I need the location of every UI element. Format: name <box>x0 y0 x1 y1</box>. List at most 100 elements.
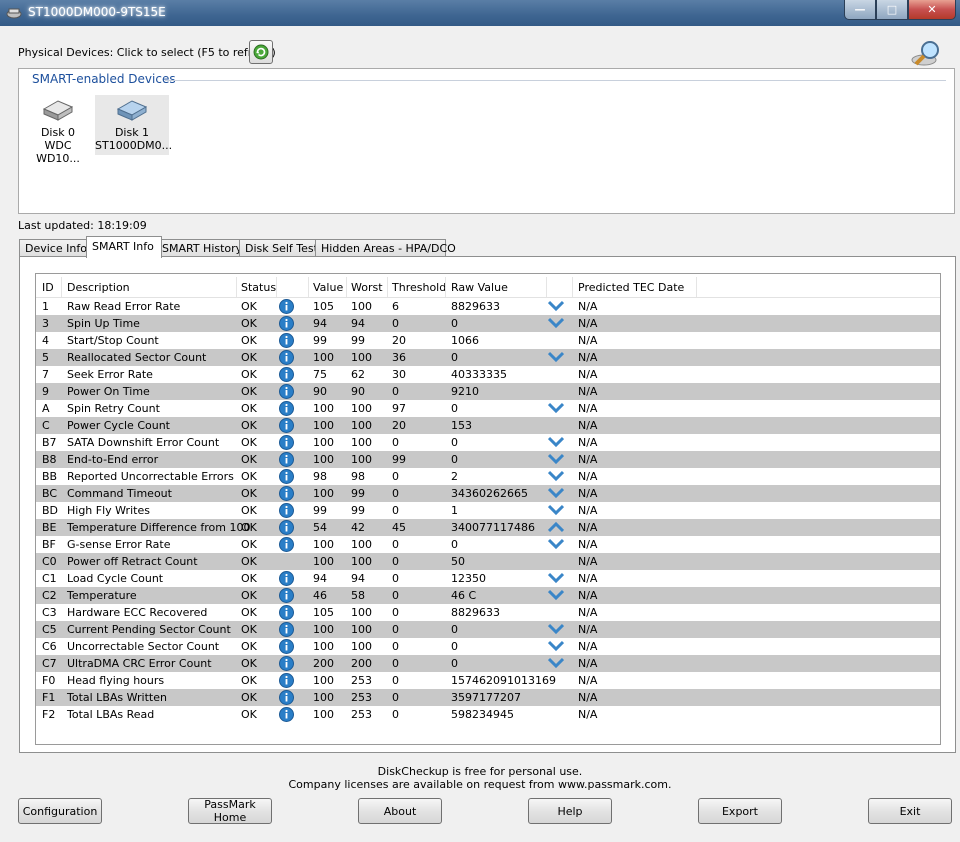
table-row[interactable]: C Power Cycle Count OK 100 100 20 153 N/A <box>36 417 940 434</box>
chevron-down-icon <box>548 589 564 601</box>
info-icon[interactable] <box>279 520 294 535</box>
cell-threshold: 97 <box>392 402 406 415</box>
cell-value: 100 <box>313 691 334 704</box>
info-icon[interactable] <box>279 622 294 637</box>
table-row[interactable]: 7 Seek Error Rate OK 75 62 30 40333335 N/A <box>36 366 940 383</box>
cell-worst: 253 <box>351 674 372 687</box>
info-icon[interactable] <box>279 418 294 433</box>
info-icon[interactable] <box>279 707 294 722</box>
table-row[interactable]: 5 Reallocated Sector Count OK 100 100 36 0 N/A <box>36 349 940 366</box>
cell-value: 105 <box>313 606 334 619</box>
table-row[interactable]: F0 Head flying hours OK 100 253 0 157462091013… <box>36 672 940 689</box>
refresh-button[interactable] <box>249 40 273 64</box>
cell-value: 100 <box>313 487 334 500</box>
table-row[interactable]: C0 Power off Retract Count OK 100 100 0 50 N/A <box>36 553 940 570</box>
info-icon[interactable] <box>279 452 294 467</box>
table-row[interactable]: 1 Raw Read Error Rate OK 105 100 6 8829633 N/A <box>36 298 940 315</box>
title-bar[interactable]: ST1000DM000-9TS15E — □ ✕ <box>0 0 960 26</box>
header-threshold[interactable]: Threshold <box>392 281 446 294</box>
table-row[interactable]: C5 Current Pending Sector Count OK 100 100 0 0… <box>36 621 940 638</box>
header-status[interactable]: Status <box>241 281 276 294</box>
table-row[interactable]: C2 Temperature OK 46 58 0 46 C N/A <box>36 587 940 604</box>
info-icon[interactable] <box>279 333 294 348</box>
info-icon[interactable] <box>279 469 294 484</box>
cell-threshold: 0 <box>392 572 399 585</box>
info-icon[interactable] <box>279 503 294 518</box>
export-button[interactable]: Export <box>698 798 782 824</box>
header-id[interactable]: ID <box>42 281 54 294</box>
chevron-down-icon <box>548 623 564 635</box>
disk-0-item[interactable]: Disk 0 WDC WD10... <box>21 95 95 165</box>
table-row[interactable]: C3 Hardware ECC Recovered OK 105 100 0 8829633… <box>36 604 940 621</box>
info-icon[interactable] <box>279 384 294 399</box>
about-button[interactable]: About <box>358 798 442 824</box>
table-row[interactable]: 3 Spin Up Time OK 94 94 0 0 N/A <box>36 315 940 332</box>
table-row[interactable]: BB Reported Uncorrectable Errors OK 98 98 0 2 N… <box>36 468 940 485</box>
info-icon[interactable] <box>279 605 294 620</box>
disk-1-item[interactable]: Disk 1 ST1000DM0... <box>95 95 172 155</box>
info-icon[interactable] <box>279 571 294 586</box>
table-row[interactable]: C1 Load Cycle Count OK 94 94 0 12350 N/A <box>36 570 940 587</box>
tab-hidden-areas[interactable]: Hidden Areas - HPA/DCO <box>315 239 456 257</box>
disk-1-name: Disk 1 <box>114 126 150 139</box>
info-icon[interactable] <box>279 588 294 603</box>
header-description[interactable]: Description <box>67 281 130 294</box>
configuration-button[interactable]: Configuration <box>18 798 102 824</box>
table-row[interactable]: F1 Total LBAs Written OK 100 253 0 3597177207 N… <box>36 689 940 706</box>
tab-disk-self-test[interactable]: Disk Self Test <box>239 239 322 257</box>
info-icon[interactable] <box>279 639 294 654</box>
info-icon[interactable] <box>279 299 294 314</box>
hard-drive-icon <box>116 100 148 121</box>
info-icon[interactable] <box>279 401 294 416</box>
table-row[interactable]: B7 SATA Downshift Error Count OK 100 100 0 0 N/… <box>36 434 940 451</box>
cell-status: OK <box>241 538 257 551</box>
magnifier-icon[interactable] <box>910 38 944 68</box>
table-row[interactable]: B8 End-to-End error OK 100 100 99 0 N/A <box>36 451 940 468</box>
info-icon[interactable] <box>279 656 294 671</box>
cell-desc: Reported Uncorrectable Errors <box>67 470 234 483</box>
tab-device-info[interactable]: Device Info <box>19 239 88 257</box>
info-icon[interactable] <box>279 367 294 382</box>
info-icon[interactable] <box>279 486 294 501</box>
exit-button[interactable]: Exit <box>868 798 952 824</box>
table-row[interactable]: A Spin Retry Count OK 100 100 97 0 N/A <box>36 400 940 417</box>
header-raw-value[interactable]: Raw Value <box>451 281 508 294</box>
help-button[interactable]: Help <box>528 798 612 824</box>
info-icon[interactable] <box>279 316 294 331</box>
smart-table[interactable]: ID Description Status Value Worst Thresh… <box>35 273 941 745</box>
tab-smart-info[interactable]: SMART Info <box>86 236 162 258</box>
cell-status: OK <box>241 691 257 704</box>
header-worst[interactable]: Worst <box>351 281 383 294</box>
info-icon[interactable] <box>279 350 294 365</box>
cell-id: BC <box>42 487 58 500</box>
table-row[interactable]: 9 Power On Time OK 90 90 0 9210 N/A <box>36 383 940 400</box>
cell-id: A <box>42 402 50 415</box>
cell-desc: Power On Time <box>67 385 150 398</box>
cell-status: OK <box>241 708 257 721</box>
table-row[interactable]: BE Temperature Difference from 100 OK 54 42 4… <box>36 519 940 536</box>
table-row[interactable]: BF G-sense Error Rate OK 100 100 0 0 N/A <box>36 536 940 553</box>
table-row[interactable]: BD High Fly Writes OK 99 99 0 1 N/A <box>36 502 940 519</box>
header-predicted-tec-date[interactable]: Predicted TEC Date <box>578 281 684 294</box>
info-icon[interactable] <box>279 673 294 688</box>
cell-tec: N/A <box>578 640 598 653</box>
tab-smart-history[interactable]: SMART History <box>156 239 245 257</box>
cell-value: 100 <box>313 555 334 568</box>
info-icon[interactable] <box>279 537 294 552</box>
cell-raw: 0 <box>451 640 458 653</box>
table-row[interactable]: 4 Start/Stop Count OK 99 99 20 1066 N/A <box>36 332 940 349</box>
header-value[interactable]: Value <box>313 281 343 294</box>
maximize-icon[interactable]: □ <box>876 0 908 20</box>
table-row[interactable]: C6 Uncorrectable Sector Count OK 100 100 0 0 N/… <box>36 638 940 655</box>
table-row[interactable]: F2 Total LBAs Read OK 100 253 0 598234945 N/A <box>36 706 940 723</box>
minimize-icon[interactable]: — <box>844 0 876 20</box>
table-row[interactable]: C7 UltraDMA CRC Error Count OK 200 200 0 0 N/A <box>36 655 940 672</box>
table-row[interactable]: BC Command Timeout OK 100 99 0 34360262665 N/A <box>36 485 940 502</box>
chevron-down-icon <box>548 300 564 312</box>
passmark-home-button[interactable]: PassMark Home <box>188 798 272 824</box>
info-icon[interactable] <box>279 690 294 705</box>
cell-worst: 253 <box>351 691 372 704</box>
cell-worst: 100 <box>351 300 372 313</box>
info-icon[interactable] <box>279 435 294 450</box>
close-icon[interactable]: ✕ <box>908 0 956 20</box>
